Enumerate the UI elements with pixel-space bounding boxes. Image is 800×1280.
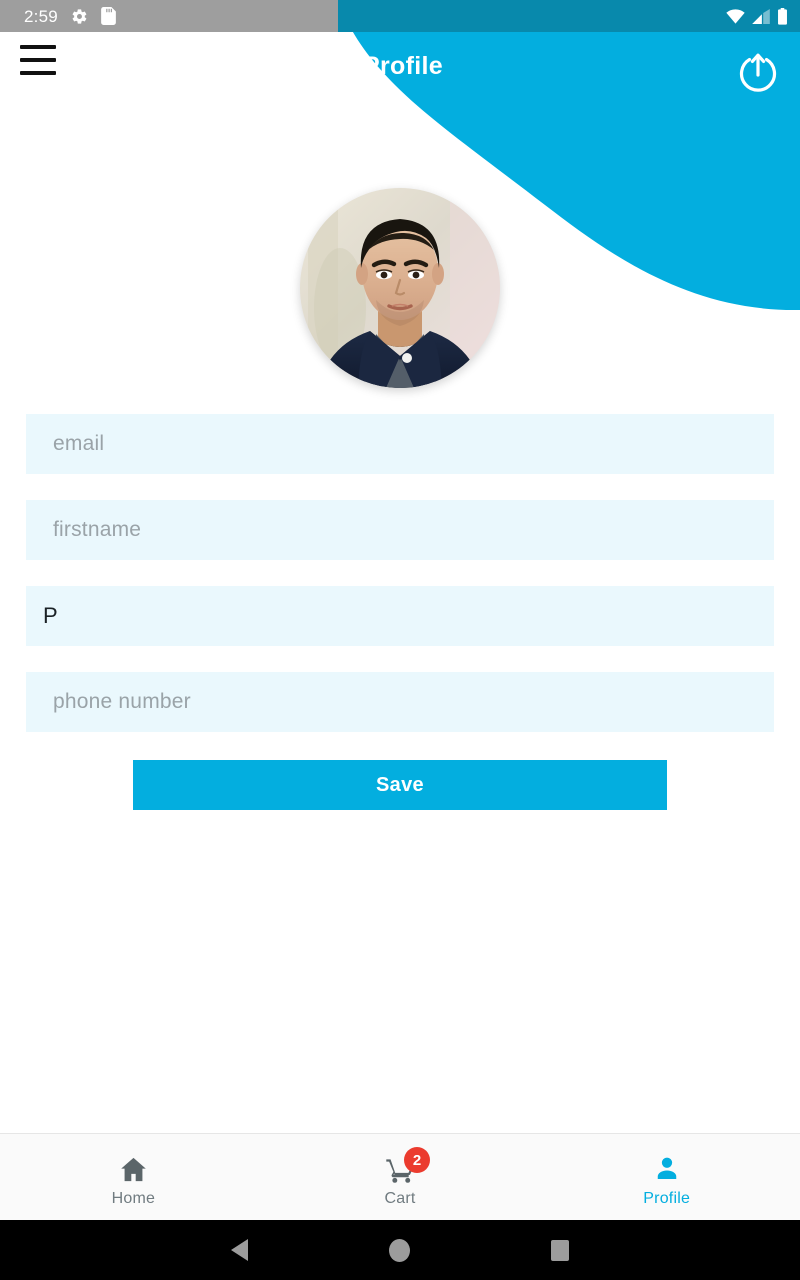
lastname-field[interactable]: P xyxy=(26,586,774,646)
save-button[interactable]: Save xyxy=(133,760,667,810)
sd-card-icon xyxy=(101,7,116,25)
nav-item-profile[interactable]: Profile xyxy=(533,1134,800,1220)
phone-field-placeholder: phone number xyxy=(53,690,191,713)
email-field[interactable]: email xyxy=(26,414,774,474)
lastname-field-value: P xyxy=(43,603,58,628)
hamburger-bar xyxy=(20,45,56,49)
avatar[interactable] xyxy=(300,188,500,388)
cart-icon-wrap: 2 xyxy=(380,1147,430,1188)
status-bar-left-group: 2:59 xyxy=(24,0,116,32)
firstname-field-placeholder: firstname xyxy=(53,518,142,541)
nav-label-home: Home xyxy=(111,1190,156,1207)
email-field-placeholder: email xyxy=(53,432,105,455)
status-bar-right-group xyxy=(726,0,788,32)
bottom-navigation-bar: Home 2 Cart Profile xyxy=(0,1133,800,1220)
cellular-signal-icon xyxy=(752,8,770,24)
hamburger-bar xyxy=(20,71,56,75)
app-bar: Profile xyxy=(0,32,800,112)
battery-icon xyxy=(778,7,787,25)
wifi-icon xyxy=(726,8,745,24)
nav-item-cart[interactable]: 2 Cart xyxy=(267,1134,534,1220)
app-screen: 2:59 Profile email firstname P phone num… xyxy=(0,0,800,1280)
firstname-field[interactable]: firstname xyxy=(26,500,774,560)
profile-form: email firstname P phone number xyxy=(26,414,774,758)
person-icon xyxy=(657,1157,676,1179)
home-icon xyxy=(121,1157,146,1181)
status-bar: 2:59 xyxy=(0,0,800,32)
nav-label-profile: Profile xyxy=(643,1190,691,1207)
person-icon-wrap xyxy=(647,1150,687,1188)
page-title: Profile xyxy=(363,52,443,80)
cart-badge: 2 xyxy=(404,1147,430,1173)
android-system-nav xyxy=(0,1220,800,1280)
hamburger-bar xyxy=(20,58,56,62)
settings-gear-icon xyxy=(72,8,87,24)
phone-field[interactable]: phone number xyxy=(26,672,774,732)
recents-square-icon[interactable] xyxy=(551,1239,569,1261)
nav-item-home[interactable]: Home xyxy=(0,1134,267,1220)
logout-power-icon[interactable] xyxy=(732,44,784,96)
hamburger-menu-icon[interactable] xyxy=(20,44,56,76)
home-icon-wrap xyxy=(113,1150,153,1188)
back-triangle-icon[interactable] xyxy=(231,1239,248,1261)
nav-label-cart: Cart xyxy=(384,1190,416,1207)
home-circle-icon[interactable] xyxy=(389,1238,410,1262)
status-clock: 2:59 xyxy=(24,6,58,26)
user-avatar-photo xyxy=(300,188,500,388)
